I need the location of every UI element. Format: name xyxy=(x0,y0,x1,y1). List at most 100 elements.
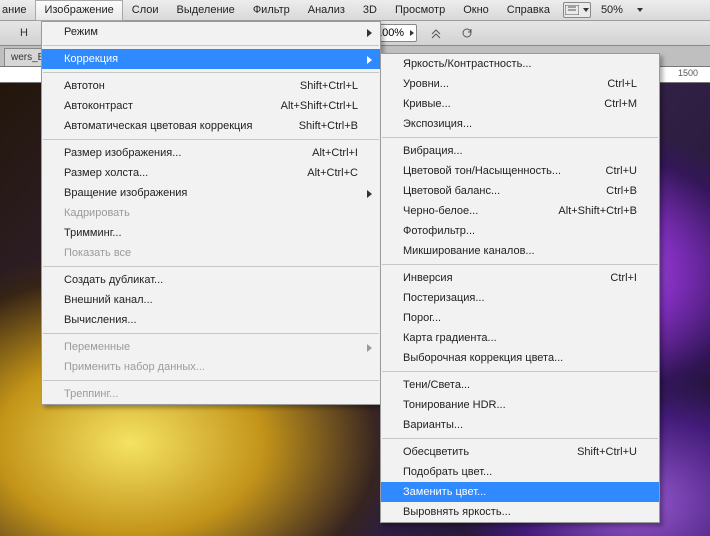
app-window: ание Изображение Слои Выделение Фильтр А… xyxy=(0,0,710,536)
menu-shortcut: Ctrl+M xyxy=(604,98,637,110)
adjust-menu-item[interactable]: Выровнять яркость... xyxy=(381,502,659,522)
adjust-menu-item[interactable]: Цветовой тон/Насыщенность...Ctrl+U xyxy=(381,161,659,181)
screen-mode-button[interactable] xyxy=(563,2,591,18)
adjust-menu-item[interactable]: Заменить цвет... xyxy=(381,482,659,502)
menu-item-label: Применить набор данных... xyxy=(64,361,358,373)
image-menu-item[interactable]: Коррекция xyxy=(42,49,380,69)
image-menu-dropdown: Режим Коррекция Автотон Shift+Ctrl+L Автокон… xyxy=(41,21,381,405)
menu-shortcut: Ctrl+L xyxy=(607,78,637,90)
menu-item-label: Кадрировать xyxy=(64,207,358,219)
menu-shortcut: Shift+Ctrl+L xyxy=(300,80,358,92)
adjust-menu-item[interactable]: Тени/Света... xyxy=(381,375,659,395)
menu-file-cut[interactable]: ание xyxy=(0,0,35,21)
adjust-menu-item[interactable]: Цветовой баланс...Ctrl+B xyxy=(381,181,659,201)
menu-window[interactable]: Окно xyxy=(454,0,498,21)
image-menu-item: Применить набор данных... xyxy=(42,357,380,377)
menu-item-label: Автоконтраст xyxy=(64,100,251,112)
chevron-down-icon xyxy=(583,8,589,12)
menu-item-label: Размер изображения... xyxy=(64,147,282,159)
menu-3d[interactable]: 3D xyxy=(354,0,386,21)
adjustments-submenu: Яркость/Контрастность...Уровни...Ctrl+LК… xyxy=(380,53,660,523)
menu-item-label: Выровнять яркость... xyxy=(403,506,637,518)
field-label: Н xyxy=(20,27,28,39)
adjust-menu-item[interactable]: Микширование каналов... xyxy=(381,241,659,261)
menu-separator xyxy=(43,139,379,140)
adjust-menu-item[interactable]: Инверсия Ctrl+I xyxy=(381,268,659,288)
adjust-menu-item[interactable]: Карта градиента... xyxy=(381,328,659,348)
menu-separator xyxy=(382,264,658,265)
image-menu-item[interactable]: Режим xyxy=(42,22,380,42)
menu-item-label: Постеризация... xyxy=(403,292,637,304)
menu-item-label: Заменить цвет... xyxy=(403,486,637,498)
adjust-menu-item[interactable]: Уровни...Ctrl+L xyxy=(381,74,659,94)
adjust-menu-item[interactable]: Варианты... xyxy=(381,415,659,435)
adjust-menu-item[interactable]: Обесцветить Shift+Ctrl+U xyxy=(381,442,659,462)
menu-item-label: Переменные xyxy=(64,341,358,353)
ruler-mark: 1500 xyxy=(678,68,698,78)
menu-separator xyxy=(43,333,379,334)
image-menu-item[interactable]: Внешний канал... xyxy=(42,290,380,310)
menu-item-label: Показать все xyxy=(64,247,358,259)
adjust-menu-item[interactable]: Яркость/Контрастность... xyxy=(381,54,659,74)
menu-shortcut: Shift+Ctrl+U xyxy=(577,446,637,458)
image-menu-item[interactable]: Размер холста... Alt+Ctrl+C xyxy=(42,163,380,183)
menu-item-label: Карта градиента... xyxy=(403,332,637,344)
hand-tool-icon[interactable] xyxy=(427,24,447,42)
menu-item-label: Тонирование HDR... xyxy=(403,399,637,411)
image-menu-item[interactable]: Вычисления... xyxy=(42,310,380,330)
image-menu-item[interactable]: Создать дубликат... xyxy=(42,270,380,290)
adjust-menu-item[interactable]: Подобрать цвет... xyxy=(381,462,659,482)
menu-analysis[interactable]: Анализ xyxy=(299,0,354,21)
menu-help[interactable]: Справка xyxy=(498,0,559,21)
menu-select[interactable]: Выделение xyxy=(168,0,244,21)
menu-separator xyxy=(43,266,379,267)
image-menu-item: Треппинг... xyxy=(42,384,380,404)
adjust-menu-item[interactable]: Фотофильтр... xyxy=(381,221,659,241)
image-menu-item[interactable]: Тримминг... xyxy=(42,223,380,243)
image-menu-item: Кадрировать xyxy=(42,203,380,223)
image-menu-item[interactable]: АвтоконтрастAlt+Shift+Ctrl+L xyxy=(42,96,380,116)
menu-item-label: Треппинг... xyxy=(64,388,358,400)
menu-item-label: Обесцветить xyxy=(403,446,547,458)
menu-item-label: Инверсия xyxy=(403,272,580,284)
menu-item-label: Варианты... xyxy=(403,419,637,431)
zoom-level[interactable]: 50% xyxy=(601,4,623,16)
menu-item-label: Яркость/Контрастность... xyxy=(403,58,637,70)
menu-item-label: Автоматическая цветовая коррекция xyxy=(64,120,269,132)
menu-shortcut: Ctrl+I xyxy=(610,272,637,284)
menu-item-label: Режим xyxy=(64,26,358,38)
adjust-menu-item[interactable]: Кривые...Ctrl+M xyxy=(381,94,659,114)
menu-item-label: Микширование каналов... xyxy=(403,245,637,257)
adjust-menu-item[interactable]: Экспозиция... xyxy=(381,114,659,134)
chevron-down-icon[interactable] xyxy=(637,8,643,12)
menu-separator xyxy=(43,380,379,381)
menu-item-label: Вычисления... xyxy=(64,314,358,326)
adjust-menu-item[interactable]: Порог... xyxy=(381,308,659,328)
menu-item-label: Цветовой баланс... xyxy=(403,185,576,197)
image-menu-item[interactable]: Размер изображения... Alt+Ctrl+I xyxy=(42,143,380,163)
menubar: ание Изображение Слои Выделение Фильтр А… xyxy=(0,0,710,21)
menu-view[interactable]: Просмотр xyxy=(386,0,454,21)
menu-layers[interactable]: Слои xyxy=(123,0,168,21)
adjust-menu-item[interactable]: Выборочная коррекция цвета... xyxy=(381,348,659,368)
menu-item-label: Вращение изображения xyxy=(64,187,358,199)
menu-shortcut: Alt+Ctrl+C xyxy=(307,167,358,179)
menu-filter[interactable]: Фильтр xyxy=(244,0,299,21)
image-menu-item[interactable]: Автотон Shift+Ctrl+L xyxy=(42,76,380,96)
rotate-view-icon[interactable] xyxy=(457,24,477,42)
menu-shortcut: Alt+Ctrl+I xyxy=(312,147,358,159)
menu-item-label: Внешний канал... xyxy=(64,294,358,306)
menu-item-label: Автотон xyxy=(64,80,270,92)
image-menu-item[interactable]: Автоматическая цветовая коррекцияShift+C… xyxy=(42,116,380,136)
image-menu-item[interactable]: Вращение изображения xyxy=(42,183,380,203)
adjust-menu-item[interactable]: Тонирование HDR... xyxy=(381,395,659,415)
adjust-menu-item[interactable]: Черно-белое...Alt+Shift+Ctrl+B xyxy=(381,201,659,221)
image-menu-item: Показать все xyxy=(42,243,380,263)
menu-image[interactable]: Изображение xyxy=(35,0,122,21)
menu-item-label: Создать дубликат... xyxy=(64,274,358,286)
adjust-menu-item[interactable]: Постеризация... xyxy=(381,288,659,308)
menu-item-label: Размер холста... xyxy=(64,167,277,179)
adjust-menu-item[interactable]: Вибрация... xyxy=(381,141,659,161)
menu-item-label: Фотофильтр... xyxy=(403,225,637,237)
menu-item-label: Выборочная коррекция цвета... xyxy=(403,352,637,364)
